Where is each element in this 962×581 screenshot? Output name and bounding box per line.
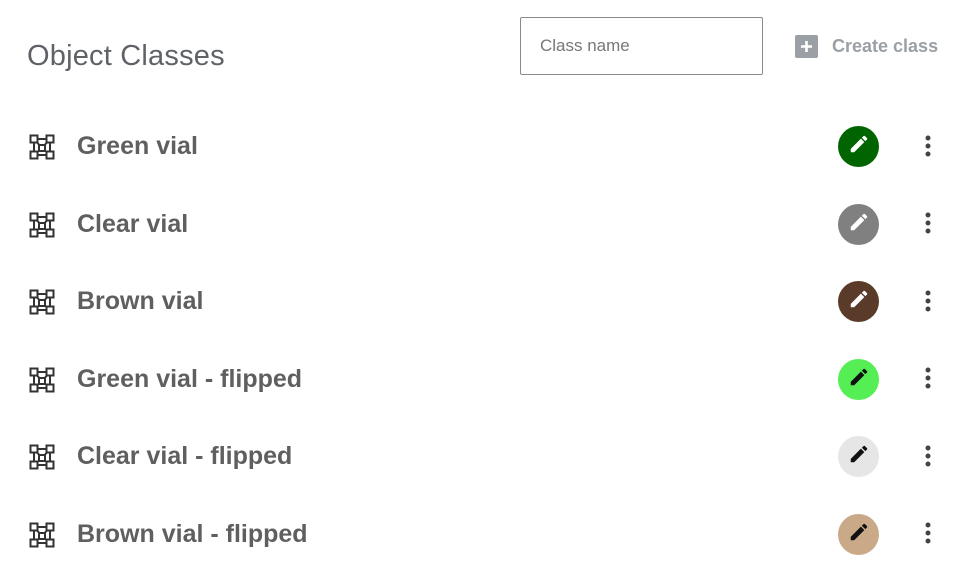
class-label[interactable]: Clear vial [77, 210, 188, 239]
class-row: Clear vial [0, 186, 962, 264]
class-label[interactable]: Clear vial - flipped [77, 442, 292, 471]
create-class-button[interactable]: Create class [795, 33, 938, 59]
class-label[interactable]: Green vial [77, 132, 198, 161]
class-name-input[interactable] [520, 17, 763, 75]
class-color-button[interactable] [838, 203, 879, 245]
pencil-icon [848, 366, 870, 393]
class-color-button[interactable] [838, 436, 879, 478]
class-row: Brown vial - flipped [0, 496, 962, 574]
class-color-button[interactable] [838, 281, 879, 323]
pencil-icon [848, 521, 870, 548]
more-vertical-icon [925, 135, 931, 162]
class-label[interactable]: Brown vial - flipped [77, 520, 308, 549]
more-vertical-icon [925, 367, 931, 394]
class-row: Clear vial - flipped [0, 418, 962, 496]
more-vertical-icon [925, 445, 931, 472]
bounding-polygon-icon [29, 444, 55, 470]
pencil-icon [848, 443, 870, 470]
pencil-icon [848, 133, 870, 160]
bounding-polygon-icon [29, 212, 55, 238]
class-color-button[interactable] [838, 358, 879, 400]
class-menu-button[interactable] [916, 444, 940, 472]
class-label[interactable]: Green vial - flipped [77, 365, 302, 394]
class-menu-button[interactable] [916, 289, 940, 317]
pencil-icon [848, 288, 870, 315]
more-vertical-icon [925, 522, 931, 549]
class-menu-button[interactable] [916, 522, 940, 550]
class-row: Green vial - flipped [0, 341, 962, 419]
pencil-icon [848, 211, 870, 238]
class-color-button[interactable] [838, 513, 879, 555]
more-vertical-icon [925, 290, 931, 317]
class-label[interactable]: Brown vial [77, 287, 203, 316]
bounding-polygon-icon [29, 367, 55, 393]
plus-box-icon [795, 34, 818, 58]
class-row: Green vial [0, 108, 962, 186]
bounding-polygon-icon [29, 134, 55, 160]
class-list: Green vial Clear vial Brown vial Green v… [0, 108, 962, 574]
page-title: Object Classes [27, 40, 225, 72]
bounding-polygon-icon [29, 289, 55, 315]
class-row: Brown vial [0, 263, 962, 341]
class-menu-button[interactable] [916, 134, 940, 162]
create-class-label: Create class [832, 35, 939, 56]
more-vertical-icon [925, 212, 931, 239]
class-color-button[interactable] [838, 126, 879, 167]
bounding-polygon-icon [29, 522, 55, 548]
class-menu-button[interactable] [916, 367, 940, 395]
class-menu-button[interactable] [916, 212, 940, 240]
